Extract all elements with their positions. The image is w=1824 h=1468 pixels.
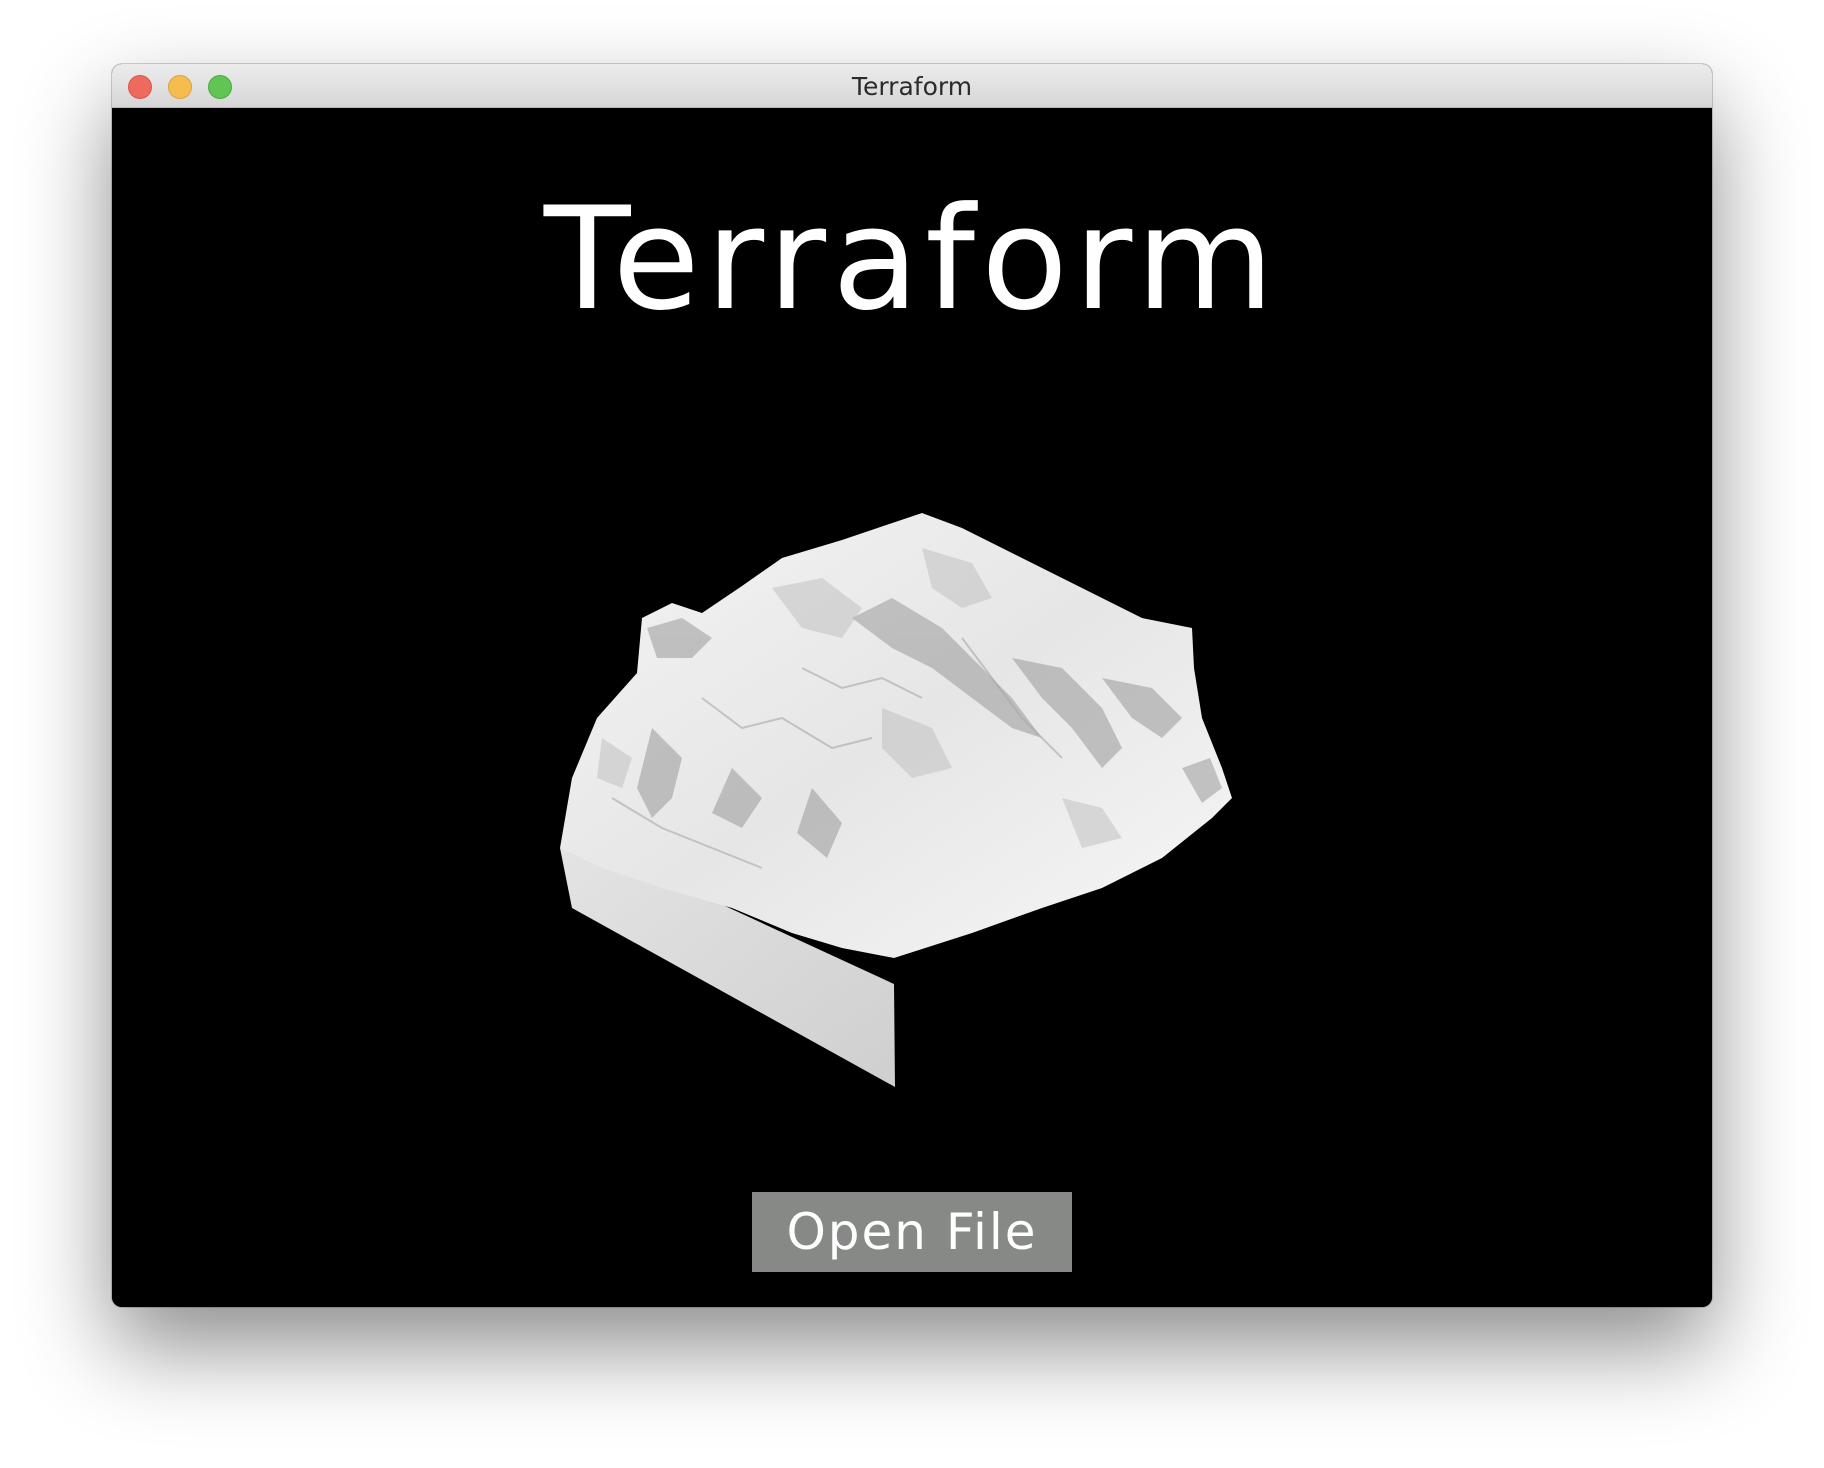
title-bar[interactable]: Terraform: [112, 64, 1712, 108]
main-content: Terraform Open File: [112, 108, 1712, 1307]
app-window: Terraform Terraform Open File: [112, 64, 1712, 1307]
app-title: Terraform: [543, 177, 1281, 342]
window-title: Terraform: [851, 72, 973, 101]
terrain-preview-image: [560, 513, 1232, 1087]
open-file-button[interactable]: Open File: [752, 1192, 1072, 1272]
